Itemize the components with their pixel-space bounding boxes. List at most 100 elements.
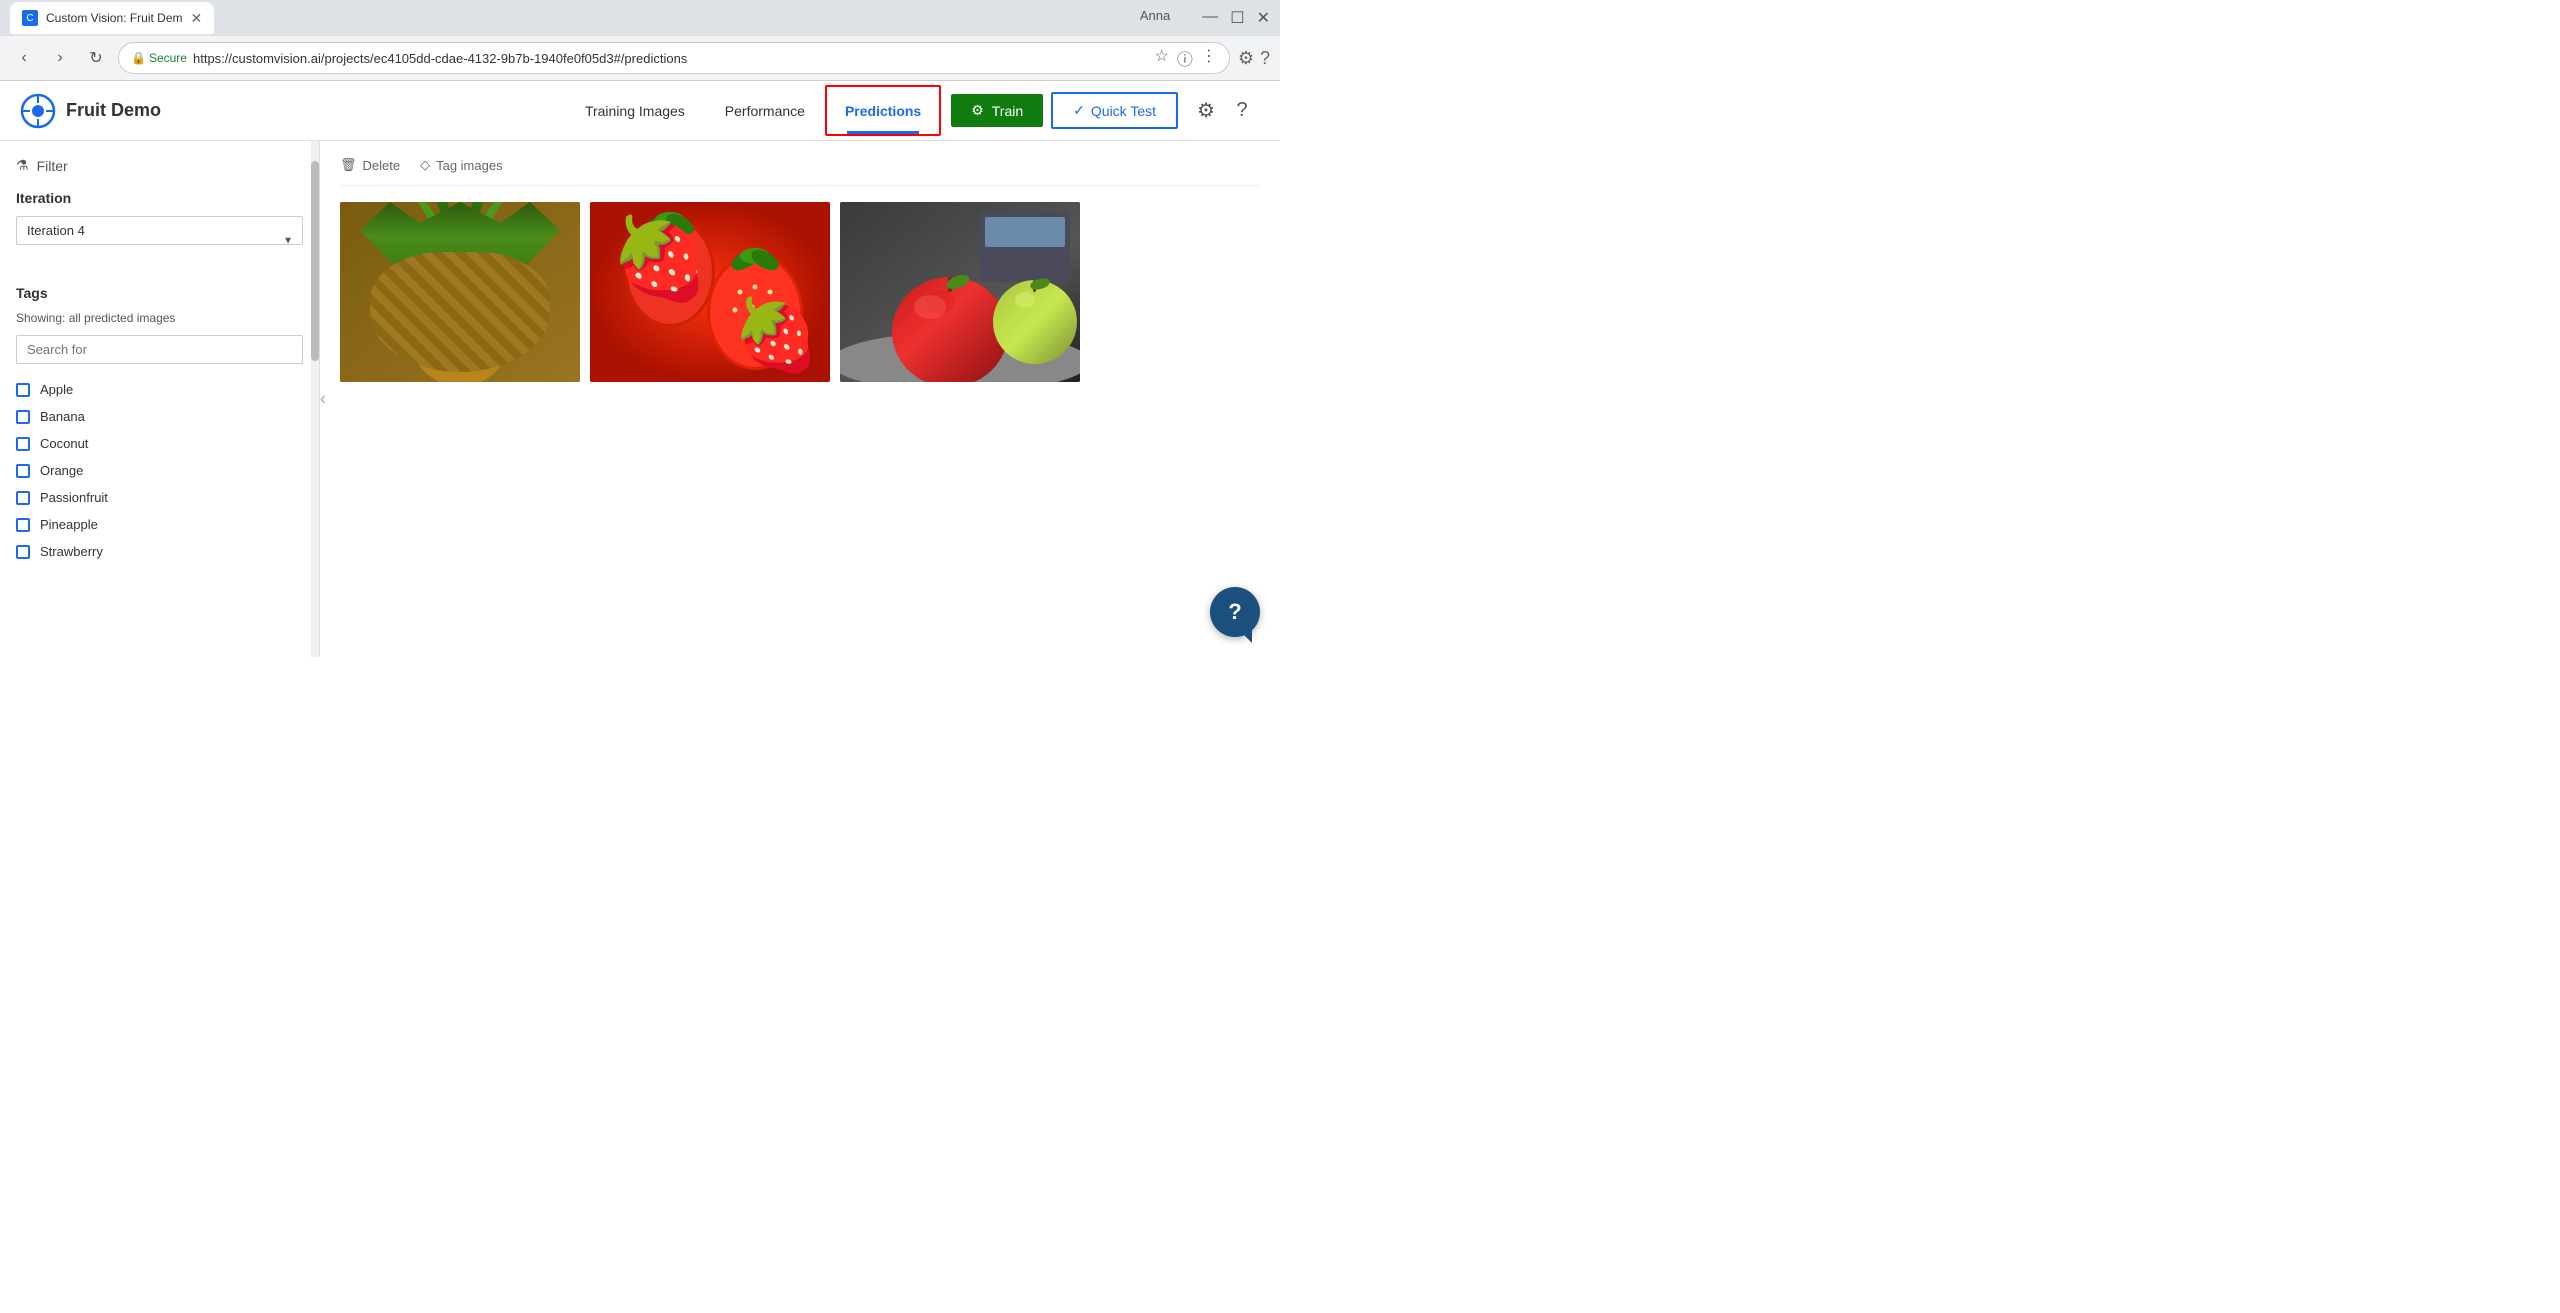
filter-label: Filter: [37, 158, 68, 174]
tag-item-pineapple[interactable]: Pineapple: [16, 511, 303, 538]
tag-item-coconut[interactable]: Coconut: [16, 430, 303, 457]
address-bar[interactable]: 🔒 Secure https://customvision.ai/project…: [118, 42, 1230, 74]
app-title: Fruit Demo: [66, 100, 161, 121]
tag-label-banana: Banana: [40, 409, 85, 424]
iteration-section-title: Iteration: [16, 190, 303, 206]
browser-chrome: C Custom Vision: Fruit Dem ✕ Anna — ☐ ✕ …: [0, 0, 1280, 81]
nav-training-images[interactable]: Training Images: [565, 81, 705, 140]
back-button[interactable]: ‹: [10, 44, 38, 72]
tag-item-orange[interactable]: Orange: [16, 457, 303, 484]
tab-favicon: C: [22, 10, 38, 26]
settings-icon: ⚙: [1197, 98, 1215, 123]
refresh-icon: ↻: [89, 48, 102, 68]
tag-checkbox-pineapple[interactable]: [16, 518, 30, 532]
tags-section: Tags Showing: all predicted images Apple…: [16, 285, 303, 565]
address-bar-actions: ☆ ⓘ ⋮: [1154, 46, 1216, 70]
filter-icon: ⚗: [16, 157, 29, 174]
images-grid: [340, 202, 1260, 382]
main-content: ⚗ Filter Iteration Iteration 4 Tags Show…: [0, 141, 1280, 657]
tag-label-pineapple: Pineapple: [40, 517, 98, 532]
sidebar-scrollbar-track[interactable]: [311, 141, 319, 657]
train-button[interactable]: ⚙ Train: [951, 94, 1043, 127]
tag-label-coconut: Coconut: [40, 436, 88, 451]
tag-label-apple: Apple: [40, 382, 73, 397]
nav-performance[interactable]: Performance: [705, 81, 825, 140]
iteration-dropdown-wrapper: Iteration 4: [16, 216, 303, 265]
info-icon[interactable]: ⓘ: [1177, 46, 1193, 70]
nav-predictions[interactable]: Predictions: [825, 85, 941, 136]
tab-close-button[interactable]: ✕: [190, 10, 202, 27]
image-card-pineapple[interactable]: [340, 202, 580, 382]
tag-icon: ◇: [420, 157, 430, 173]
quick-test-check-icon: ✓: [1073, 102, 1085, 119]
tag-label-strawberry: Strawberry: [40, 544, 103, 559]
tag-checkbox-passionfruit[interactable]: [16, 491, 30, 505]
help-bubble-icon: ?: [1228, 599, 1241, 625]
quick-test-button[interactable]: ✓ Quick Test: [1051, 92, 1178, 129]
tag-images-label: Tag images: [436, 158, 502, 173]
iteration-dropdown[interactable]: Iteration 4: [16, 216, 303, 245]
image-card-apples[interactable]: [840, 202, 1080, 382]
tag-item-apple[interactable]: Apple: [16, 376, 303, 403]
refresh-button[interactable]: ↻: [82, 44, 110, 72]
secure-indicator: 🔒 Secure: [131, 51, 187, 65]
minimize-button[interactable]: —: [1202, 8, 1218, 28]
tab-title: Custom Vision: Fruit Dem: [46, 11, 182, 25]
tag-checkbox-banana[interactable]: [16, 410, 30, 424]
forward-icon: ›: [57, 49, 62, 67]
quick-test-label: Quick Test: [1091, 103, 1156, 119]
lock-icon: 🔒: [131, 51, 146, 65]
app-logo[interactable]: Fruit Demo: [20, 93, 161, 129]
tag-checkbox-apple[interactable]: [16, 383, 30, 397]
url-text: https://customvision.ai/projects/ec4105d…: [193, 51, 687, 66]
app-nav: Training Images Performance Predictions …: [565, 81, 1260, 140]
delete-icon: 🗑: [340, 157, 357, 173]
browser-toolbar: ‹ › ↻ 🔒 Secure https://customvision.ai/p…: [0, 36, 1280, 80]
header-help-button[interactable]: ?: [1224, 93, 1260, 129]
browser-titlebar: C Custom Vision: Fruit Dem ✕ Anna — ☐ ✕: [0, 0, 1280, 36]
image-card-strawberries[interactable]: [590, 202, 830, 382]
sidebar: ⚗ Filter Iteration Iteration 4 Tags Show…: [0, 141, 320, 657]
tags-search-input[interactable]: [16, 335, 303, 364]
train-gear-icon: ⚙: [971, 102, 984, 119]
sidebar-scrollbar-thumb[interactable]: [311, 161, 319, 361]
sidebar-collapse-button[interactable]: ‹: [320, 389, 1272, 410]
apples-svg: [840, 202, 1080, 382]
tags-section-title: Tags: [16, 285, 303, 301]
tag-checkbox-strawberry[interactable]: [16, 545, 30, 559]
toolbar-help-icon[interactable]: ?: [1260, 48, 1270, 69]
browser-tab[interactable]: C Custom Vision: Fruit Dem ✕: [10, 2, 214, 34]
user-label: Anna: [1140, 8, 1170, 28]
filter-header[interactable]: ⚗ Filter: [16, 157, 303, 174]
close-button[interactable]: ✕: [1257, 8, 1270, 28]
header-settings-button[interactable]: ⚙: [1188, 93, 1224, 129]
tag-checkbox-coconut[interactable]: [16, 437, 30, 451]
help-bubble-button[interactable]: ?: [1210, 587, 1260, 637]
tag-item-strawberry[interactable]: Strawberry: [16, 538, 303, 565]
star-icon[interactable]: ☆: [1154, 46, 1168, 70]
tag-checkbox-orange[interactable]: [16, 464, 30, 478]
delete-label: Delete: [363, 158, 401, 173]
tag-images-button[interactable]: ◇ Tag images: [420, 157, 502, 173]
content-toolbar: 🗑 Delete ◇ Tag images: [340, 157, 1260, 186]
more-icon[interactable]: ⋮: [1201, 46, 1217, 70]
help-icon: ?: [1236, 99, 1247, 122]
window-controls: Anna — ☐ ✕: [1140, 8, 1270, 28]
tag-label-passionfruit: Passionfruit: [40, 490, 108, 505]
logo-icon: [20, 93, 56, 129]
forward-button[interactable]: ›: [46, 44, 74, 72]
toolbar-actions: ⚙ ?: [1238, 48, 1270, 69]
tag-item-banana[interactable]: Banana: [16, 403, 303, 430]
maximize-button[interactable]: ☐: [1230, 8, 1244, 28]
delete-button[interactable]: 🗑 Delete: [340, 157, 400, 173]
app-header: Fruit Demo Training Images Performance P…: [0, 81, 1280, 141]
tags-showing-label: Showing: all predicted images: [16, 311, 303, 325]
pineapple-svg: [340, 202, 580, 382]
tag-item-passionfruit[interactable]: Passionfruit: [16, 484, 303, 511]
strawberries-svg: [590, 202, 830, 382]
content-panel: ‹ 🗑 Delete ◇ Tag images: [320, 141, 1280, 657]
train-label: Train: [992, 103, 1023, 119]
back-icon: ‹: [21, 49, 26, 67]
tag-label-orange: Orange: [40, 463, 83, 478]
toolbar-settings-icon[interactable]: ⚙: [1238, 48, 1254, 69]
